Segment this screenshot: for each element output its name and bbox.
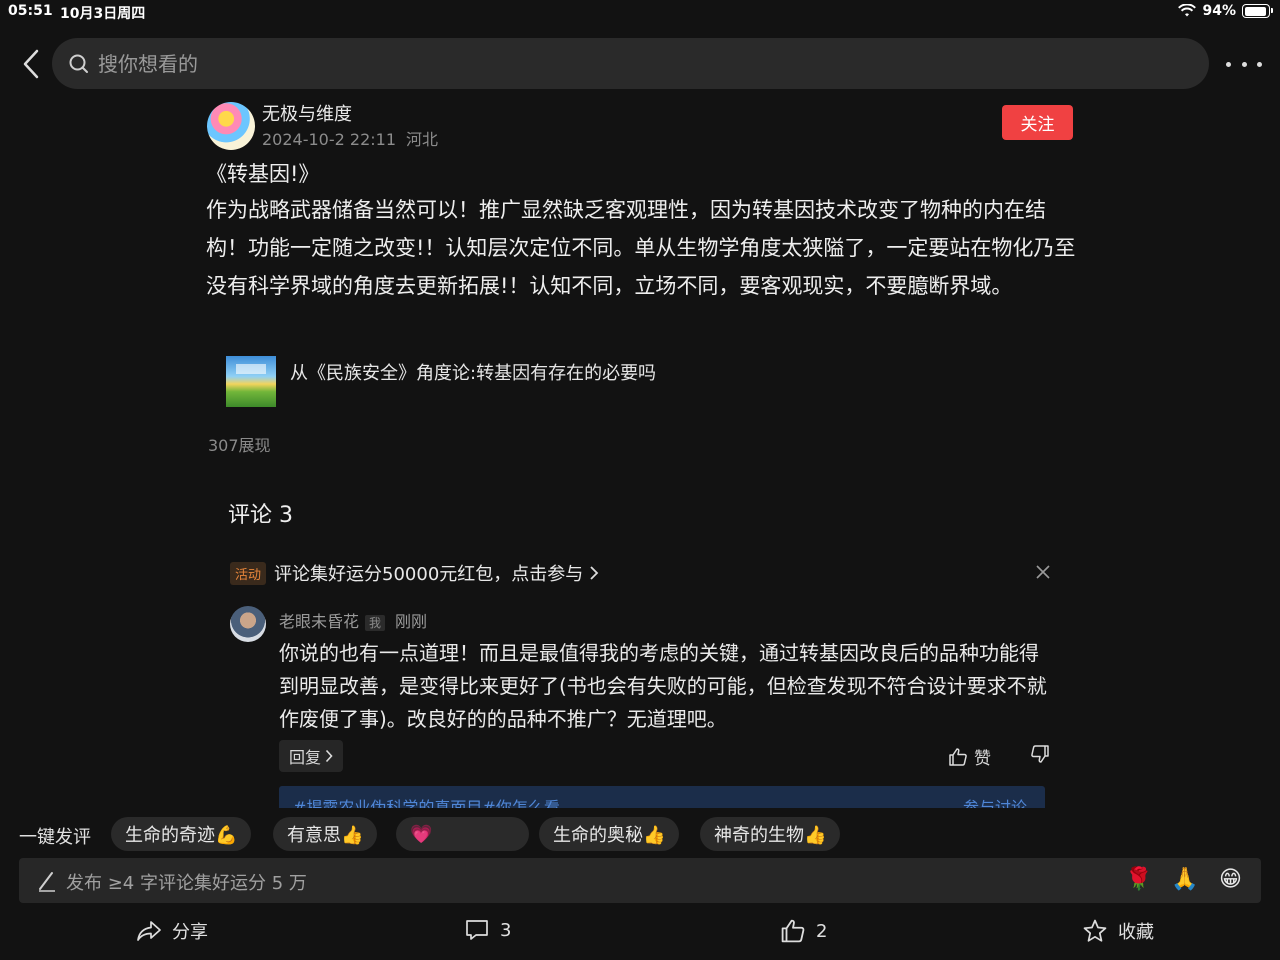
wifi-icon [1178, 4, 1197, 17]
chevron-right-icon [325, 749, 333, 763]
reply-label: 回复 [289, 748, 322, 767]
topic-link[interactable]: #揭露农业伪科学的真面目#你怎么看 [293, 794, 560, 808]
chevron-left-icon [23, 49, 39, 79]
star-icon [1083, 919, 1107, 942]
comment-like-label: 赞 [974, 749, 991, 769]
rose-emoji-icon[interactable]: 🌹 [1125, 867, 1152, 892]
share-label: 分享 [172, 922, 208, 943]
likes-count: 2 [816, 920, 828, 942]
comment-like-button[interactable]: 赞 [948, 744, 991, 769]
pen-icon [39, 872, 55, 892]
activity-text: 评论集好运分50000元红包，点击参与 [274, 564, 584, 585]
reply-button[interactable]: 回复 [279, 740, 344, 772]
quick-reply-row: 一键发评 生命的奇迹💪 有意思👍 💗 生命的奥秘👍 神奇的生物👍 [0, 810, 1280, 858]
dot-icon [1241, 61, 1247, 67]
favorite-button[interactable]: 收藏 [1082, 918, 1154, 944]
dot-icon [1226, 61, 1231, 67]
quick-reply-label: 一键发评 [19, 827, 91, 848]
post-title: 《转基因!》 [206, 162, 320, 186]
commenter-avatar[interactable] [230, 606, 266, 642]
comment-icon [466, 920, 488, 940]
share-icon [137, 921, 161, 941]
grin-emoji-icon[interactable]: 😁 [1219, 867, 1242, 892]
comment-compose-field[interactable]: 发布 ≥4 字评论集好运分 5 万 🌹 🙏 😁 [19, 858, 1261, 903]
back-button[interactable] [16, 46, 46, 82]
search-bar[interactable] [52, 38, 1209, 89]
more-options-button[interactable] [1226, 52, 1262, 76]
battery-icon [1242, 4, 1273, 18]
post-meta: 2024-10-2 22:11 河北 [262, 126, 438, 150]
close-icon[interactable] [1034, 563, 1052, 581]
quick-reply-chip[interactable]: 生命的奥秘👍 [539, 817, 680, 851]
comment-text: 你说的也有一点道理！而且是最值得我的考虑的关键，通过转基因改良后的品种功能得到明… [279, 641, 1047, 731]
quick-reply-chip[interactable]: 💗 [396, 817, 529, 851]
quick-reply-chip[interactable]: 生命的奇迹💪 [111, 817, 252, 851]
post-location: 河北 [406, 130, 439, 149]
like-button[interactable]: 2 [780, 918, 827, 944]
post-datetime: 2024-10-2 22:11 [262, 130, 396, 149]
dot-icon [1257, 61, 1262, 67]
status-time: 05:51 [8, 3, 53, 19]
quick-reply-chip[interactable]: 有意思👍 [273, 817, 378, 851]
quick-reply-chip[interactable]: 神奇的生物👍 [700, 817, 841, 851]
status-bar: 05:51 10月3日周四 94% [0, 0, 1280, 26]
status-date: 10月3日周四 [60, 6, 146, 22]
comments-count: 3 [500, 919, 512, 941]
comments-header: 评论 3 [228, 503, 293, 528]
compose-placeholder: 发布 ≥4 字评论集好运分 5 万 [66, 873, 307, 894]
search-icon [69, 54, 88, 73]
comments-button[interactable]: 3 [464, 918, 511, 942]
chevron-right-icon [590, 566, 599, 580]
bottom-action-bar: 分享 3 2 收藏 [0, 906, 1280, 960]
search-input[interactable] [98, 51, 998, 76]
battery-percent: 94% [1202, 3, 1236, 19]
share-button[interactable]: 分享 [136, 918, 208, 944]
thumbs-down-icon[interactable] [1030, 744, 1050, 764]
linked-article-thumbnail [226, 356, 276, 407]
post-body: 作为战略武器储备当然可以！推广显然缺乏客观理性，因为转基因技术改变了物种的内在结… [206, 198, 1076, 298]
author-avatar[interactable] [207, 102, 255, 150]
comment-time: 刚刚 [395, 612, 428, 631]
comment-author[interactable]: 老眼未昏花 [279, 612, 359, 631]
thumbs-up-icon [949, 747, 967, 766]
activity-tag: 活动 [230, 561, 267, 585]
linked-article-title: 从《民族安全》角度论:转基因有存在的必要吗 [290, 363, 657, 384]
comment-author-line: 老眼未昏花我刚刚 [279, 608, 427, 632]
linked-article[interactable]: 从《民族安全》角度论:转基因有存在的必要吗 [226, 356, 656, 407]
view-count: 307展现 [208, 436, 271, 455]
topic-card[interactable]: #揭露农业伪科学的真面目#你怎么看 参与讨论 [279, 786, 1045, 808]
activity-banner[interactable]: 活动 评论集好运分50000元红包，点击参与 [230, 560, 1050, 586]
favorite-label: 收藏 [1118, 922, 1154, 943]
join-discussion-link[interactable]: 参与讨论 [963, 794, 1027, 808]
follow-button[interactable]: 关注 [1002, 105, 1073, 140]
thumbs-up-icon [781, 919, 805, 943]
status-right: 94% [1178, 3, 1273, 19]
author-name[interactable]: 无极与维度 [262, 100, 352, 126]
me-badge: 我 [365, 615, 386, 631]
pray-emoji-icon[interactable]: 🙏 [1171, 867, 1198, 892]
